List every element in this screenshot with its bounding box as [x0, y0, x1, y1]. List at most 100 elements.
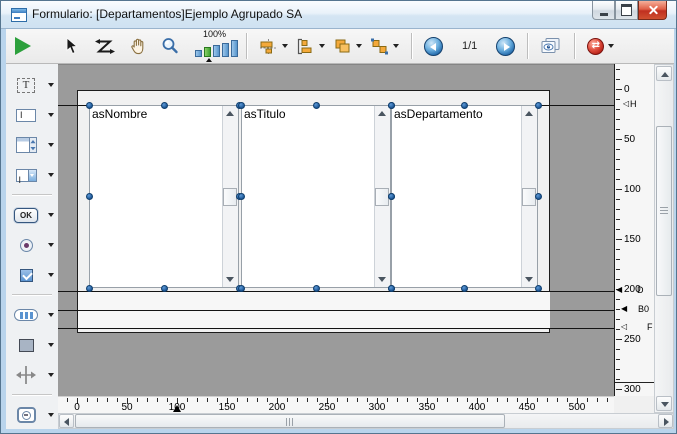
dropdown-arrow-icon[interactable] [393, 44, 399, 48]
selection-handle[interactable] [86, 102, 93, 109]
ruler-label: 50 [114, 402, 140, 413]
zoom-bars-icon[interactable] [195, 40, 238, 57]
dropdown-arrow-icon[interactable] [356, 44, 362, 48]
toolbox-button-grid-tool[interactable] [6, 300, 58, 330]
scroll-thumb[interactable] [375, 188, 389, 206]
toolbar-separator [246, 33, 247, 59]
selection-handle[interactable] [313, 102, 320, 109]
section-marker-D[interactable]: ◀D [615, 285, 654, 295]
dropdown-arrow-icon[interactable] [48, 413, 54, 417]
scroll-up-icon[interactable] [525, 111, 533, 116]
level-menu-button[interactable] [333, 38, 362, 55]
align-menu-button[interactable] [259, 38, 288, 55]
selection-handle[interactable] [535, 102, 542, 109]
scroll-down-icon[interactable] [525, 277, 533, 282]
selection-handle[interactable] [86, 193, 93, 200]
group-menu-button[interactable] [370, 38, 399, 55]
scroll-up-button[interactable] [656, 66, 672, 81]
selection-handle[interactable] [388, 285, 395, 292]
distribute-icon [296, 38, 315, 55]
toolbar-separator [574, 33, 575, 59]
preview-eye-icon [540, 37, 562, 55]
dropdown-arrow-icon[interactable] [48, 343, 54, 347]
selection-handle[interactable] [238, 285, 245, 292]
dropdown-arrow-icon[interactable] [282, 44, 288, 48]
selection-handle[interactable] [86, 285, 93, 292]
scroll-up-icon[interactable] [378, 111, 386, 116]
scroll-right-button[interactable] [658, 414, 673, 428]
toolbox-separator [12, 194, 52, 195]
toolbox-text-tool[interactable]: T [6, 70, 58, 100]
listbox-object[interactable]: asNombre [89, 105, 239, 288]
selection-handle[interactable] [461, 285, 468, 292]
section-marker-B0[interactable]: ◀B0 [615, 304, 654, 314]
zoom-tool-button[interactable] [161, 37, 179, 55]
display-preview-button[interactable] [540, 37, 562, 55]
previous-page-button[interactable] [424, 37, 443, 56]
dropdown-arrow-icon[interactable] [48, 273, 54, 277]
distribute-menu-button[interactable] [296, 38, 325, 55]
entry-order-button[interactable] [94, 38, 115, 55]
horizontal-scrollbar[interactable] [58, 413, 674, 429]
form-canvas[interactable]: asNombreasTituloasDepartamento [58, 64, 614, 396]
toolbox-button-tool[interactable]: OK [6, 200, 58, 230]
scroll-thumb[interactable] [223, 188, 237, 206]
toolbox-splitter-tool[interactable] [6, 360, 58, 390]
scroll-thumb[interactable] [522, 188, 536, 206]
close-button[interactable] [638, 1, 667, 20]
scroll-down-button[interactable] [656, 396, 672, 411]
dropdown-arrow-icon[interactable] [48, 143, 54, 147]
toolbox-rectangle-tool[interactable] [6, 330, 58, 360]
toolbox-listbox-tool[interactable] [6, 130, 58, 160]
dropdown-arrow-icon[interactable] [608, 44, 614, 48]
select-tool-button[interactable] [63, 37, 78, 55]
selection-handle[interactable] [388, 193, 395, 200]
toolbox-plugin-area-tool[interactable] [6, 400, 58, 430]
move-tool-button[interactable] [129, 37, 147, 55]
scroll-down-icon[interactable] [378, 277, 386, 282]
selection-handle[interactable] [313, 285, 320, 292]
dropdown-arrow-icon[interactable] [48, 213, 54, 217]
toolbox-radio-button-tool[interactable] [6, 230, 58, 260]
dropdown-arrow-icon[interactable] [48, 373, 54, 377]
dropdown-arrow-icon[interactable] [319, 44, 325, 48]
horizontal-scroll-thumb[interactable] [75, 414, 505, 428]
dropdown-arrow-icon[interactable] [48, 313, 54, 317]
listbox-object[interactable]: asDepartamento [391, 105, 538, 288]
selection-handle[interactable] [535, 193, 542, 200]
dropdown-arrow-icon[interactable] [48, 83, 54, 87]
scroll-up-icon[interactable] [226, 111, 234, 116]
section-marker-H[interactable]: ◁H [615, 99, 654, 109]
execute-form-button[interactable] [15, 37, 31, 55]
maximize-button[interactable] [615, 1, 638, 20]
right-arrow-icon [664, 418, 669, 426]
ruler-tick [247, 398, 248, 402]
toolbox-combobox-tool[interactable]: I [6, 160, 58, 190]
vertical-scroll-thumb[interactable] [656, 126, 672, 296]
toolbox-checkbox-tool[interactable] [6, 260, 58, 290]
selection-handle[interactable] [388, 102, 395, 109]
selection-handle[interactable] [161, 102, 168, 109]
vertical-scrollbar[interactable] [654, 64, 674, 413]
scroll-left-button[interactable] [59, 414, 74, 428]
selection-handle[interactable] [238, 193, 245, 200]
zoom-level-control[interactable]: 100% [195, 30, 238, 62]
fields-menu-button[interactable] [587, 38, 614, 55]
section-marker-F[interactable]: ◁F [615, 322, 654, 332]
dropdown-arrow-icon[interactable] [48, 243, 54, 247]
title-bar[interactable]: Formulario: [Departamentos]Ejemplo Agrup… [1, 1, 676, 29]
selection-handle[interactable] [461, 102, 468, 109]
minimize-button[interactable] [592, 1, 615, 20]
listbox-object[interactable]: asTitulo [241, 105, 391, 288]
selection-handle[interactable] [238, 102, 245, 109]
toolbox-input-tool[interactable]: I [6, 100, 58, 130]
dropdown-arrow-icon[interactable] [48, 113, 54, 117]
next-page-button[interactable] [496, 37, 515, 56]
selection-handle[interactable] [535, 285, 542, 292]
toolbar: 100%1/1 [6, 29, 674, 64]
selection-handle[interactable] [161, 285, 168, 292]
forward-arrow-icon [496, 37, 515, 56]
scroll-down-icon[interactable] [226, 277, 234, 282]
ruler-end-line [615, 382, 654, 383]
dropdown-arrow-icon[interactable] [48, 173, 54, 177]
